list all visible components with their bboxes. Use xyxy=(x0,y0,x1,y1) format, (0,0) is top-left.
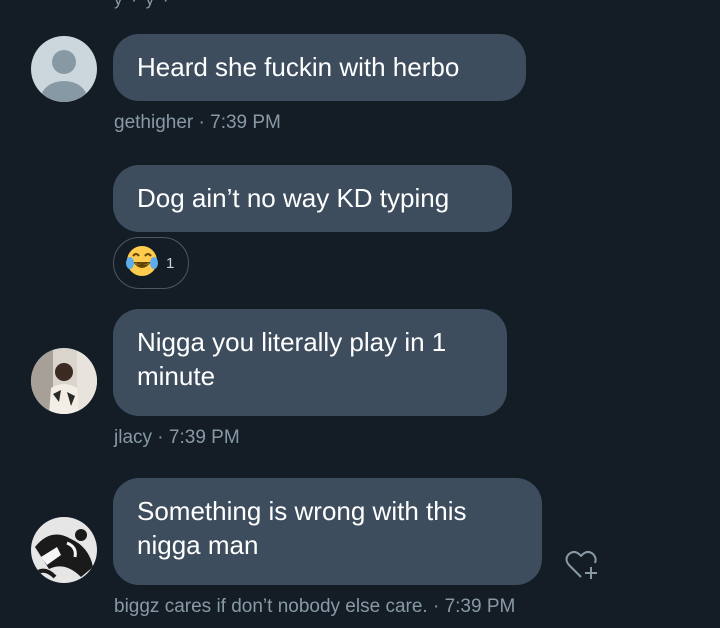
author-name[interactable]: jlacy xyxy=(114,427,152,448)
laughing-tears-emoji-icon xyxy=(124,243,160,284)
meta-separator: · xyxy=(157,427,169,448)
heart-plus-icon[interactable] xyxy=(562,545,600,583)
reaction-pill[interactable]: 1 xyxy=(113,237,189,289)
meta-separator: · xyxy=(198,112,211,133)
message-time: 7:39 PM xyxy=(168,427,240,448)
message-bubble[interactable]: Dog ain’t no way KD typing xyxy=(113,165,512,232)
message-bubble[interactable]: Nigga you literally play in 1 minute xyxy=(113,309,507,416)
message-time: 7:39 PM xyxy=(210,112,281,133)
default-profile-avatar[interactable] xyxy=(31,36,97,102)
artwork-avatar[interactable] xyxy=(31,517,97,583)
message-bubble[interactable]: Heard she fuckin with herbo xyxy=(113,34,526,101)
message-meta: gethigher · 7:39 PM xyxy=(114,112,281,134)
photo-avatar[interactable] xyxy=(31,348,97,414)
message-bubble[interactable]: Something is wrong with this nigga man xyxy=(113,478,542,585)
clipped-meta-fragment: y · y · xyxy=(114,0,171,10)
meta-separator: · xyxy=(432,596,445,617)
message-meta: jlacy · 7:39 PM xyxy=(114,427,240,449)
author-name[interactable]: biggz cares if don’t nobody else care. xyxy=(114,596,428,617)
message-meta: biggz cares if don’t nobody else care. ·… xyxy=(114,596,515,618)
author-name[interactable]: gethigher xyxy=(114,112,193,133)
reaction-count: 1 xyxy=(166,254,175,272)
message-time: 7:39 PM xyxy=(444,596,516,617)
